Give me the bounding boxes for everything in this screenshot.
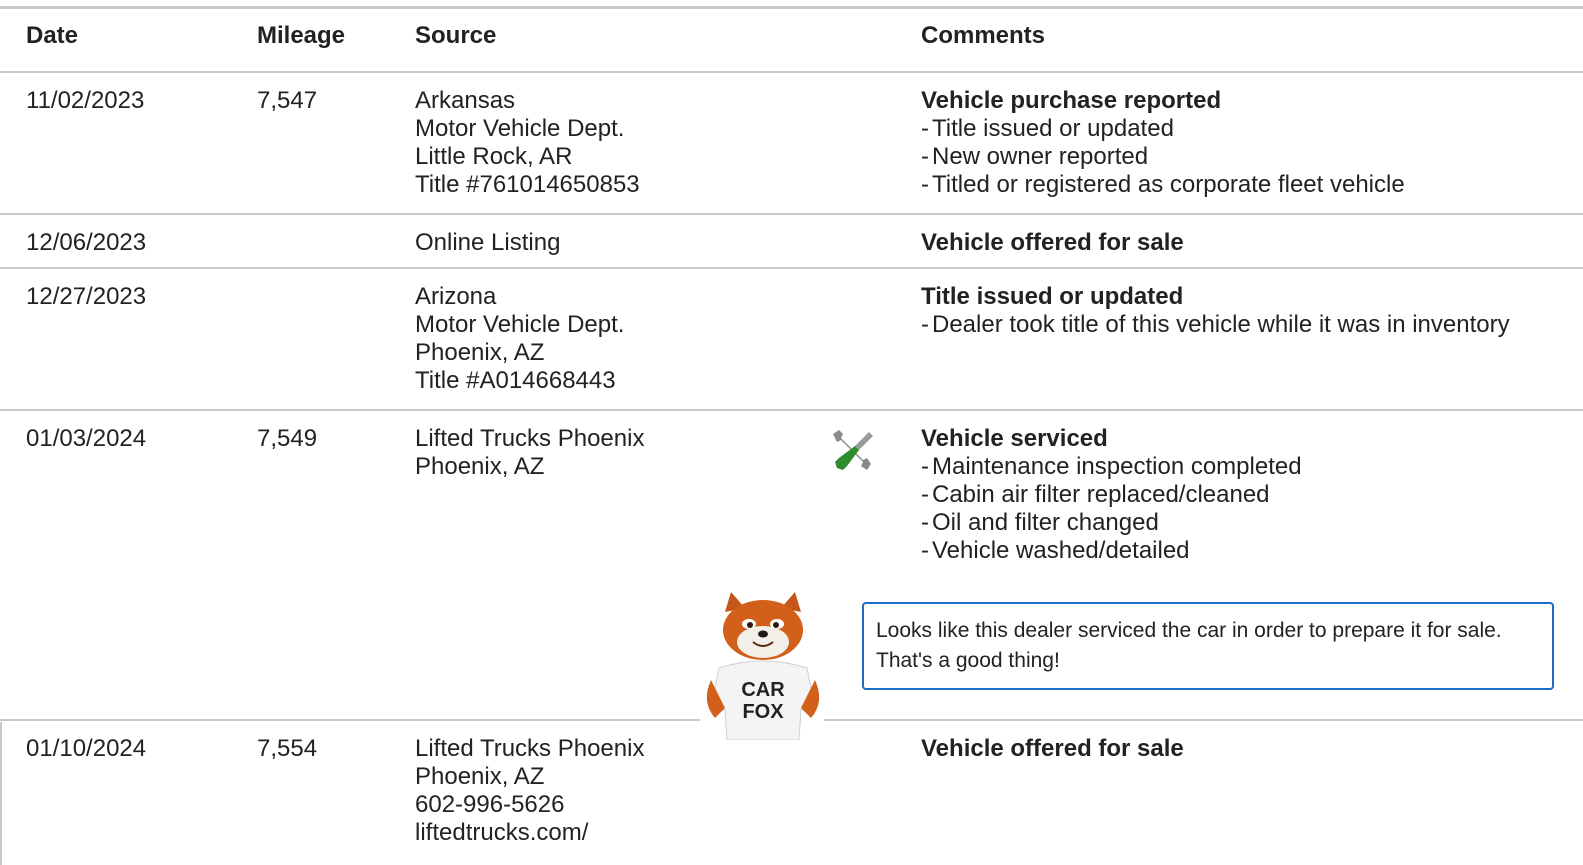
row-date: 12/27/2023 — [26, 283, 147, 310]
table-row: 12/27/2023 Arizona Motor Vehicle Dept. P… — [0, 269, 1583, 411]
row-mileage: 7,547 — [257, 87, 318, 114]
source-line: Phoenix, AZ — [415, 339, 545, 366]
row-source: Lifted Trucks Phoenix Phoenix, AZ 602-99… — [415, 735, 644, 847]
table-header: Date Mileage Source Comments — [0, 9, 1583, 73]
source-line: Motor Vehicle Dept. — [415, 115, 625, 142]
comment-item: - Titled or registered as corporate fleet… — [921, 171, 1405, 198]
source-line: Online Listing — [415, 229, 561, 256]
row-comments: Vehicle purchase reported - Title issued … — [921, 87, 1405, 199]
dealer-website-link[interactable]: liftedtrucks.com/ — [415, 819, 644, 847]
row-date: 01/10/2024 — [26, 735, 147, 762]
comment-item: - Vehicle washed/detailed — [921, 537, 1190, 564]
header-mileage: Mileage — [257, 22, 346, 49]
source-line: Lifted Trucks Phoenix — [415, 735, 645, 762]
row-date: 11/02/2023 — [26, 87, 145, 114]
row-comments: Title issued or updated - Dealer took tit… — [921, 283, 1510, 339]
comment-item: - Dealer took title of this vehicle while… — [921, 311, 1510, 338]
row-source: Online Listing — [415, 229, 560, 257]
row-source: Lifted Trucks Phoenix Phoenix, AZ — [415, 425, 644, 481]
source-line: Arizona — [415, 283, 497, 310]
comment-title: Title issued or updated — [921, 283, 1184, 310]
dealer-tip-callout: Looks like this dealer serviced the car … — [862, 602, 1554, 690]
row-mileage: 7,549 — [257, 425, 318, 452]
source-line: Phoenix, AZ — [415, 453, 545, 480]
header-source: Source — [415, 22, 497, 49]
comment-item: - Oil and filter changed — [921, 509, 1159, 536]
row-comments: Vehicle serviced - Maintenance inspection… — [921, 425, 1302, 565]
comment-title: Vehicle purchase reported — [921, 87, 1222, 114]
source-line: Phoenix, AZ — [415, 763, 545, 790]
source-line: Little Rock, AR — [415, 143, 573, 170]
comment-item: - Title issued or updated — [921, 115, 1174, 142]
table-row: 11/02/2023 7,547 Arkansas Motor Vehicle … — [0, 73, 1583, 215]
table-row: 12/06/2023 Online Listing Vehicle offere… — [0, 215, 1583, 269]
source-line: Title #A014668443 — [415, 367, 616, 394]
comment-title: Vehicle offered for sale — [921, 229, 1184, 256]
table-row: 01/10/2024 7,554 Lifted Trucks Phoenix P… — [0, 721, 1583, 865]
wrench-screwdriver-icon — [833, 430, 873, 470]
comment-title: Vehicle offered for sale — [921, 735, 1184, 762]
comment-item: - Maintenance inspection completed — [921, 453, 1302, 480]
carfox-mascot: CAR FOX — [706, 592, 820, 740]
comment-item: - Cabin air filter replaced/cleaned — [921, 481, 1270, 508]
row-comments: Vehicle offered for sale — [921, 229, 1184, 257]
vehicle-history-table: Date Mileage Source Comments 11/02/2023 … — [0, 0, 1583, 865]
row-mileage: 7,554 — [257, 735, 318, 762]
header-date: Date — [26, 22, 79, 49]
header-comments: Comments — [921, 22, 1046, 49]
source-line: Arkansas — [415, 87, 516, 114]
dealer-phone[interactable]: 602-996-5626 — [415, 791, 644, 819]
row-divider — [0, 722, 2, 865]
row-comments: Vehicle offered for sale — [921, 735, 1184, 763]
comment-title: Vehicle serviced — [921, 425, 1108, 452]
row-source: Arkansas Motor Vehicle Dept. Little Rock… — [415, 87, 640, 199]
shirt-text-line2: FOX — [742, 701, 784, 723]
source-line: Motor Vehicle Dept. — [415, 311, 625, 338]
shirt-text-line1: CAR — [741, 679, 785, 701]
comment-item: - New owner reported — [921, 143, 1149, 170]
row-source: Arizona Motor Vehicle Dept. Phoenix, AZ … — [415, 283, 624, 395]
row-date: 12/06/2023 — [26, 229, 147, 256]
source-line: Title #761014650853 — [415, 171, 640, 198]
source-line: Lifted Trucks Phoenix — [415, 425, 645, 452]
row-date: 01/03/2024 — [26, 425, 147, 452]
